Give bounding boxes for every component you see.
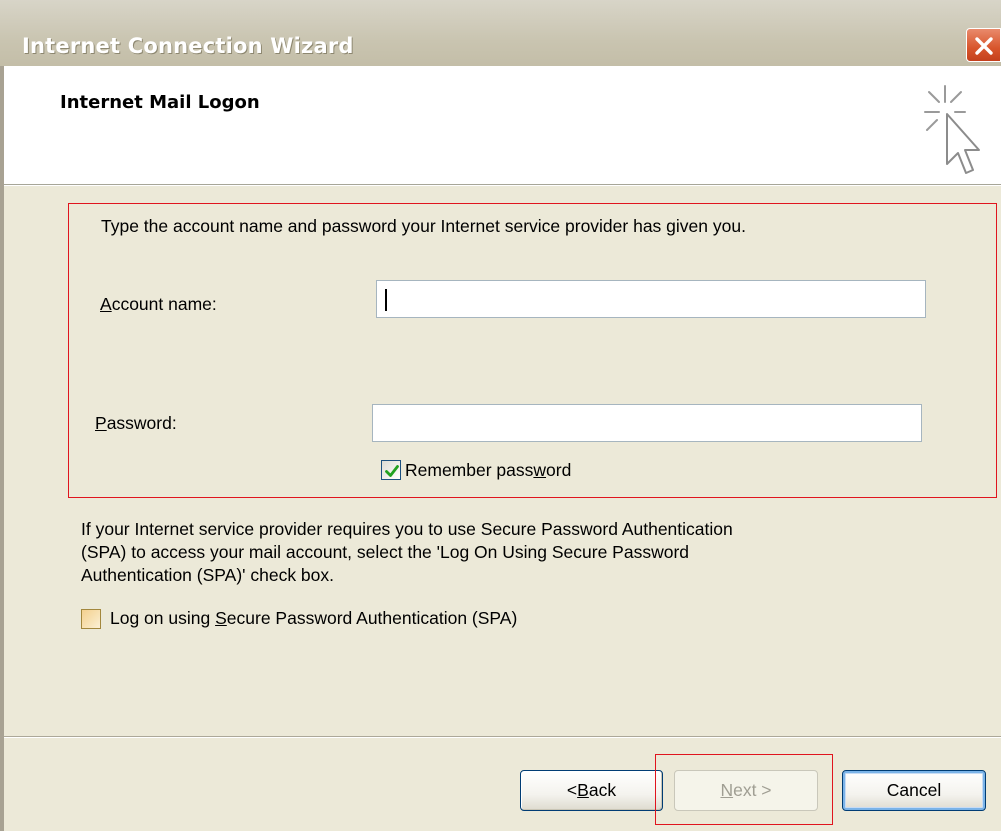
back-button[interactable]: < Back xyxy=(520,770,663,811)
window-left-border xyxy=(0,66,4,831)
page-title: Internet Mail Logon xyxy=(60,92,260,113)
intro-text: Type the account name and password your … xyxy=(101,216,746,236)
remember-password-label[interactable]: Remember password xyxy=(405,460,571,481)
next-button[interactable]: Next > xyxy=(674,770,818,811)
spa-text-line1: If your Internet service provider requir… xyxy=(81,519,733,539)
text-caret xyxy=(385,289,387,311)
account-name-input[interactable] xyxy=(376,280,926,318)
spa-checkbox-label[interactable]: Log on using Secure Password Authenticat… xyxy=(110,608,517,629)
password-label: Password: xyxy=(95,413,177,433)
password-input[interactable] xyxy=(372,404,922,442)
wizard-sparkle-cursor-icon xyxy=(924,85,980,174)
close-icon xyxy=(975,37,993,55)
wizard-header: Internet Mail Logon xyxy=(0,66,1001,185)
window-title: Internet Connection Wizard xyxy=(22,34,354,58)
cancel-button[interactable]: Cancel xyxy=(842,770,986,811)
button-area-divider xyxy=(4,736,1001,738)
close-button[interactable] xyxy=(966,28,1001,62)
checkmark-icon xyxy=(385,465,399,477)
spa-text-line2: (SPA) to access your mail account, selec… xyxy=(81,542,690,562)
spa-text-line3: Authentication (SPA)' check box. xyxy=(81,565,335,585)
account-name-label: Account name: xyxy=(100,294,217,314)
highlight-box-credentials xyxy=(68,203,997,498)
spa-checkbox[interactable] xyxy=(81,609,101,629)
remember-password-checkbox[interactable] xyxy=(381,460,401,480)
